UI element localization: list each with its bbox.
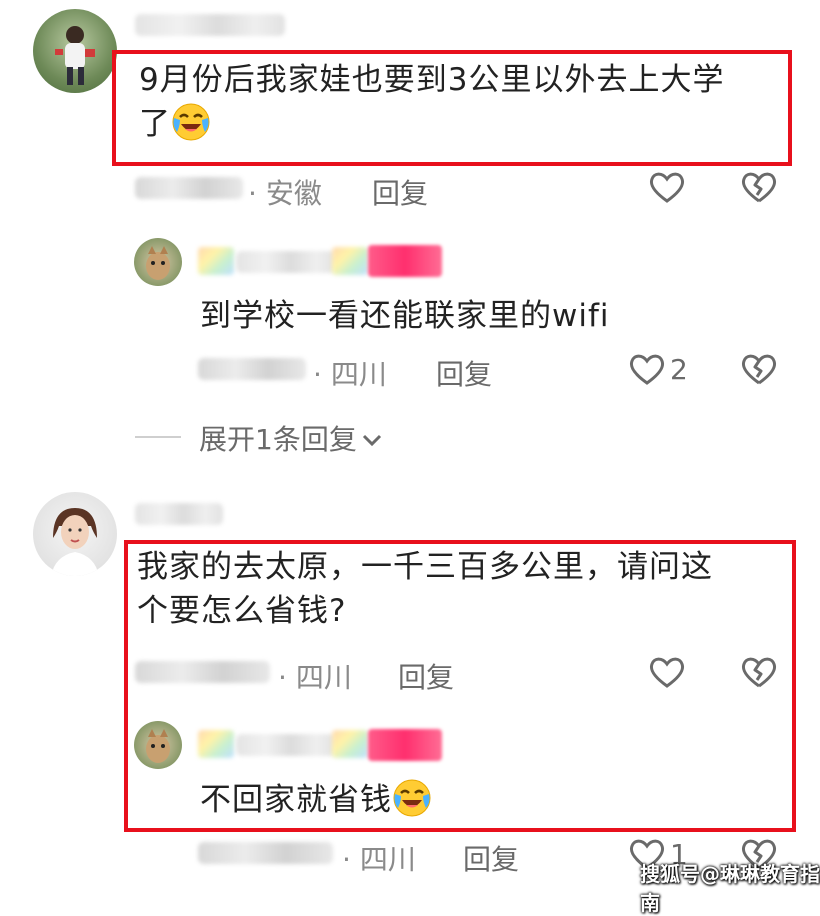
timestamp-blurred — [198, 842, 333, 864]
author-tag-blurred — [368, 245, 442, 277]
heart-outline-icon[interactable] — [628, 352, 666, 390]
broken-heart-icon[interactable] — [740, 352, 778, 390]
username-blurred[interactable] — [135, 14, 285, 36]
username-blurred[interactable] — [236, 251, 336, 273]
like-count: 2 — [670, 353, 688, 386]
expand-divider — [135, 436, 181, 438]
reply-text: 到学校一看还能联家里的wifi — [200, 298, 610, 334]
timestamp-blurred — [198, 358, 306, 380]
highlight-box-1 — [112, 50, 792, 166]
location-label: · 四川 — [313, 358, 387, 391]
timestamp-blurred — [135, 177, 243, 199]
reply-button[interactable]: 回复 — [372, 172, 428, 212]
avatar-replier[interactable] — [134, 238, 182, 286]
location-label: · 安徽 — [248, 177, 322, 210]
watermark: 搜狐号@琳琳教育指南 — [640, 862, 820, 915]
expand-label: 展开1条回复 — [199, 423, 357, 456]
reply-button[interactable]: 回复 — [436, 353, 492, 393]
avatar-user-2[interactable] — [33, 492, 117, 576]
chevron-down-icon — [361, 422, 383, 455]
location-label: · 四川 — [342, 843, 416, 876]
user-badge-blurred — [332, 247, 368, 275]
heart-outline-icon[interactable] — [648, 170, 686, 208]
avatar-user-1[interactable] — [33, 9, 117, 93]
highlight-box-2 — [124, 540, 796, 832]
username-blurred[interactable] — [135, 503, 223, 525]
user-badge-blurred — [198, 247, 234, 275]
broken-heart-icon[interactable] — [740, 170, 778, 208]
expand-replies-button[interactable]: 展开1条回复 — [199, 418, 383, 458]
reply-button[interactable]: 回复 — [463, 838, 519, 878]
